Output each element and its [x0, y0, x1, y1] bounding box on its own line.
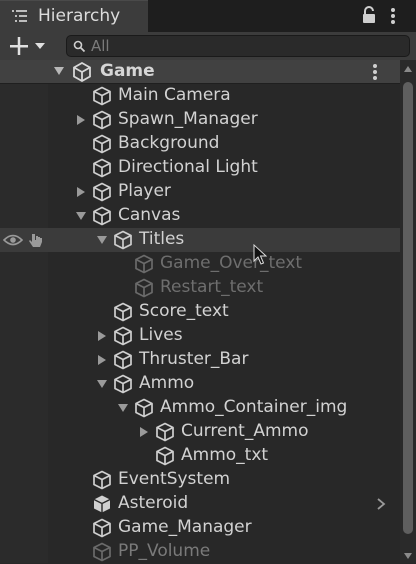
cube-icon: [114, 230, 132, 250]
hierarchy-item-label: Asteroid: [118, 493, 189, 513]
scroll-up-icon[interactable]: [404, 66, 412, 72]
hierarchy-item-label: Canvas: [118, 205, 181, 225]
hierarchy-item-label: Game_Manager: [118, 517, 252, 537]
cube-icon: [93, 518, 111, 538]
hierarchy-list-icon: [12, 10, 27, 22]
add-object-button[interactable]: [6, 34, 50, 58]
cube-icon: [93, 542, 111, 562]
hierarchy-item-label: EventSystem: [118, 469, 231, 489]
hierarchy-item[interactable]: EventSystem: [0, 468, 400, 492]
hierarchy-item-label: Spawn_Manager: [118, 109, 258, 129]
mouse-cursor-icon: [253, 244, 267, 265]
lock-icon[interactable]: [362, 6, 376, 24]
collapse-arrow-icon[interactable]: [76, 115, 86, 125]
open-prefab-arrow-icon[interactable]: [376, 498, 386, 510]
collapse-arrow-icon[interactable]: [97, 355, 107, 365]
hierarchy-item[interactable]: Thruster_Bar: [0, 348, 400, 372]
hierarchy-item[interactable]: Game_Manager: [0, 516, 400, 540]
cube-icon: [93, 206, 111, 226]
hierarchy-toolbar: [0, 32, 416, 61]
cube-icon: [135, 254, 153, 274]
expand-arrow-icon[interactable]: [97, 235, 107, 245]
tab-hierarchy[interactable]: Hierarchy: [0, 0, 148, 32]
scroll-down-icon[interactable]: [404, 553, 412, 559]
cube-icon: [114, 350, 132, 370]
hierarchy-item-label: Player: [118, 181, 171, 201]
hierarchy-item[interactable]: Restart_text: [0, 276, 400, 300]
chevron-down-icon: [35, 43, 45, 49]
hierarchy-item[interactable]: PP_Volume: [0, 540, 400, 564]
hierarchy-item-label: Restart_text: [160, 277, 264, 297]
cube-icon: [93, 470, 111, 490]
hierarchy-item[interactable]: Lives: [0, 324, 400, 348]
hierarchy-item-label: Thruster_Bar: [139, 349, 249, 369]
cube-icon: [93, 182, 111, 202]
visibility-eye-icon[interactable]: [3, 233, 23, 247]
pickable-hand-icon[interactable]: [27, 231, 45, 249]
hierarchy-item-label: Titles: [139, 229, 185, 249]
hierarchy-item[interactable]: Current_Ammo: [0, 420, 400, 444]
hierarchy-item-label: Directional Light: [118, 157, 258, 177]
tab-label: Hierarchy: [38, 6, 121, 26]
collapse-arrow-icon[interactable]: [76, 187, 86, 197]
cube-icon: [114, 326, 132, 346]
hierarchy-item[interactable]: Canvas: [0, 204, 400, 228]
prefab-cube-icon: [93, 495, 111, 513]
cube-icon: [114, 374, 132, 394]
hierarchy-item-label: Current_Ammo: [181, 421, 309, 441]
tab-bar: Hierarchy: [0, 0, 416, 32]
expand-arrow-icon[interactable]: [97, 379, 107, 389]
hierarchy-item[interactable]: Player: [0, 180, 400, 204]
scrollbar-thumb[interactable]: [403, 82, 413, 534]
hierarchy-item[interactable]: Ammo_Container_img: [0, 396, 400, 420]
hierarchy-item[interactable]: Titles: [0, 228, 400, 252]
cube-icon: [93, 134, 111, 154]
search-field[interactable]: [66, 35, 410, 57]
hierarchy-item-label: Lives: [139, 325, 183, 345]
plus-icon: [10, 37, 28, 55]
hierarchy-item[interactable]: Ammo_txt: [0, 444, 400, 468]
unity-logo-icon: [73, 62, 91, 82]
cube-icon: [135, 398, 153, 418]
hierarchy-item-label: Ammo_Container_img: [160, 397, 348, 417]
expand-arrow-icon[interactable]: [118, 403, 128, 413]
hierarchy-item-label: Main Camera: [118, 85, 231, 105]
expand-arrow-icon[interactable]: [54, 66, 64, 76]
hierarchy-item[interactable]: Background: [0, 132, 400, 156]
cube-icon: [114, 302, 132, 322]
hierarchy-item[interactable]: Score_text: [0, 300, 400, 324]
cube-icon: [93, 86, 111, 106]
hierarchy-item-label: Ammo_txt: [181, 445, 269, 465]
hierarchy-item[interactable]: Directional Light: [0, 156, 400, 180]
hierarchy-item[interactable]: Ammo: [0, 372, 400, 396]
scene-name: Game: [100, 61, 155, 81]
collapse-arrow-icon[interactable]: [139, 427, 149, 437]
hierarchy-item-label: PP_Volume: [118, 541, 211, 561]
cube-icon: [135, 278, 153, 298]
hierarchy-item[interactable]: Game_Over_text: [0, 252, 400, 276]
collapse-arrow-icon[interactable]: [97, 331, 107, 341]
hierarchy-item[interactable]: Spawn_Manager: [0, 108, 400, 132]
expand-arrow-icon[interactable]: [76, 211, 86, 221]
scene-header[interactable]: Game: [0, 60, 400, 84]
hierarchy-item[interactable]: Main Camera: [0, 84, 400, 108]
hierarchy-item-label: Game_Over_text: [160, 253, 303, 273]
cube-icon: [156, 422, 174, 442]
search-input[interactable]: [91, 37, 391, 55]
hierarchy-item-label: Background: [118, 133, 220, 153]
hierarchy-item-label: Ammo: [139, 373, 195, 393]
cube-icon: [93, 110, 111, 130]
cube-icon: [156, 446, 174, 466]
kebab-menu-icon[interactable]: [390, 6, 396, 26]
scene-menu-icon[interactable]: [372, 63, 378, 81]
search-icon: [73, 40, 86, 53]
cube-icon: [93, 158, 111, 178]
hierarchy-item-label: Score_text: [139, 301, 229, 321]
vertical-scrollbar[interactable]: [400, 60, 416, 563]
hierarchy-item[interactable]: Asteroid: [0, 492, 400, 516]
